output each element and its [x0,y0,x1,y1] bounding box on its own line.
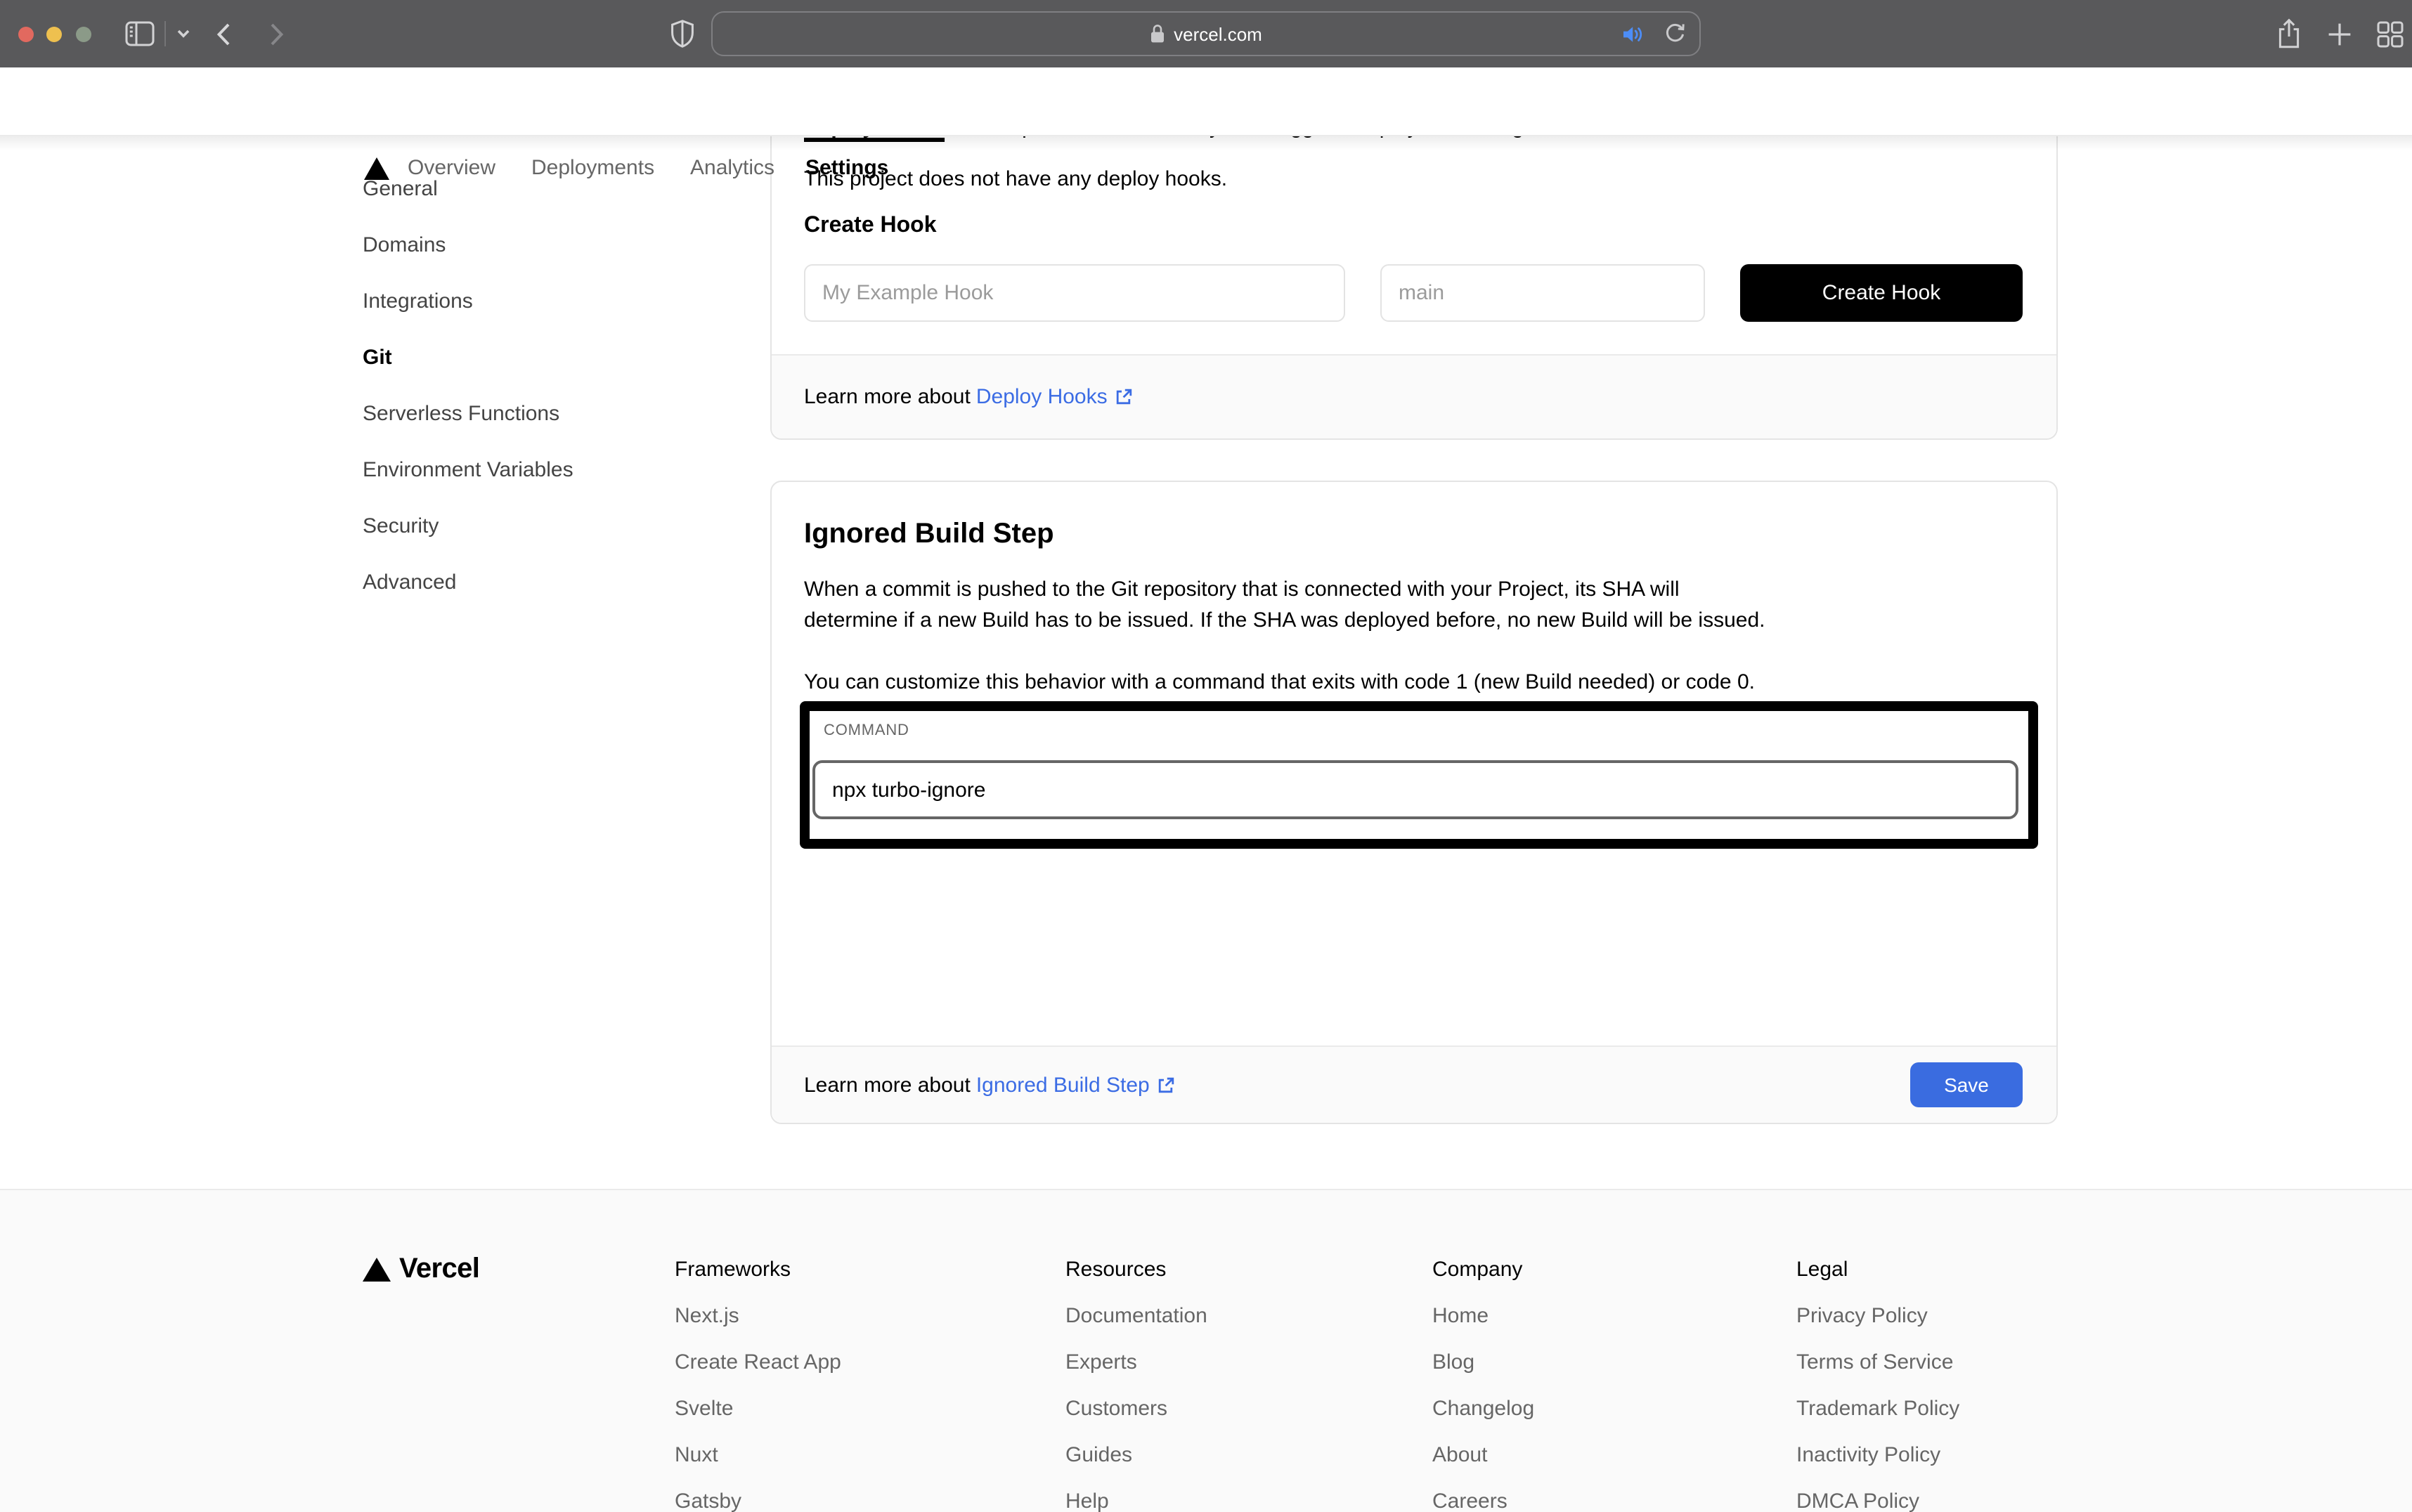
privacy-shield-icon[interactable] [669,0,694,67]
sidebar-item-advanced[interactable]: Advanced [363,569,573,597]
new-tab-icon[interactable] [2326,0,2352,67]
share-icon[interactable] [2274,0,2302,67]
footer-link[interactable]: Help [1065,1488,1207,1512]
ignored-build-step-link[interactable]: Ignored Build Step [976,1073,1175,1097]
project-nav: Overview Deployments Analytics Settings [0,67,2412,180]
command-highlight-box: COMMAND [800,701,2038,849]
footer-brand[interactable]: Vercel [363,1253,480,1286]
footer-link[interactable]: Documentation [1065,1303,1207,1331]
zoom-window-button[interactable] [76,26,91,41]
back-button[interactable] [214,0,233,67]
sidebar-item-integrations[interactable]: Integrations [363,288,573,316]
minimize-window-button[interactable] [46,26,62,41]
tab-deployments[interactable]: Deployments [531,157,654,180]
browser-toolbar: vercel.com [0,0,2412,67]
ignored-build-step-heading: Ignored Build Step [804,519,1054,549]
save-button[interactable]: Save [1910,1062,2023,1107]
footer-link[interactable]: DMCA Policy [1796,1488,1959,1512]
settings-sidebar: General Domains Integrations Git Serverl… [363,176,573,625]
footer-link[interactable]: Blog [1432,1349,1534,1377]
sidebar-item-serverless-functions[interactable]: Serverless Functions [363,400,573,429]
sidebar-chevron-down-icon[interactable] [174,0,191,67]
footer-column-legal: Legal Privacy Policy Terms of Service Tr… [1796,1256,1959,1512]
footer-link[interactable]: Careers [1432,1488,1534,1512]
address-bar[interactable]: vercel.com [711,11,1701,56]
sidebar-item-general[interactable]: General [363,176,573,204]
tab-overview[interactable]: Overview [408,157,495,180]
close-window-button[interactable] [18,26,34,41]
tab-analytics[interactable]: Analytics [690,157,774,180]
footer-link[interactable]: Terms of Service [1796,1349,1959,1377]
ibs-description-line2: determine if a new Build has to be issue… [804,608,1765,632]
forward-button[interactable] [267,0,287,67]
footer-link[interactable]: Changelog [1432,1395,1534,1423]
ignored-build-step-card: Ignored Build Step When a commit is push… [770,481,2058,1124]
external-link-icon [1116,389,1132,405]
ignored-build-step-card-footer: Learn more about Ignored Build Step Save [772,1045,2056,1123]
footer-link[interactable]: Svelte [675,1395,841,1423]
footer-link[interactable]: Guides [1065,1442,1207,1470]
scroll-shadow [0,136,2412,150]
command-input[interactable] [812,760,2018,819]
ibs-description-line3: You can customize this behavior with a c… [804,670,1755,694]
footer-column-title: Legal [1796,1258,1848,1282]
create-hook-button[interactable]: Create Hook [1740,264,2023,322]
create-hook-heading: Create Hook [804,214,937,237]
sidebar-item-environment-variables[interactable]: Environment Variables [363,457,573,485]
footer-brand-name: Vercel [399,1253,480,1284]
safari-window: vercel.com Overview Deployments Analytic… [0,0,2412,1512]
reload-icon[interactable] [1664,13,1685,55]
deploy-hooks-card-footer: Learn more about Deploy Hooks [772,354,2056,438]
footer-column-title: Resources [1065,1258,1167,1282]
footer-link[interactable]: Customers [1065,1395,1207,1423]
footer-link[interactable]: Home [1432,1303,1534,1331]
footer-link[interactable]: About [1432,1442,1534,1470]
lock-icon [1151,25,1165,43]
hook-branch-input[interactable] [1380,264,1705,322]
hook-name-input[interactable] [804,264,1345,322]
footer-link[interactable]: Privacy Policy [1796,1303,1959,1331]
footer-column-resources: Resources Documentation Experts Customer… [1065,1256,1207,1512]
footer-link[interactable]: Next.js [675,1303,841,1331]
footer-column-title: Frameworks [675,1258,791,1282]
ibs-description-line1: When a commit is pushed to the Git repos… [804,578,1680,601]
sidebar-item-domains[interactable]: Domains [363,232,573,260]
footer-link[interactable]: Experts [1065,1349,1207,1377]
url-text: vercel.com [1174,23,1262,44]
vercel-logo-icon [363,1258,391,1282]
tab-overview-icon[interactable] [2375,0,2404,67]
site-footer: Vercel Frameworks Next.js Create React A… [0,1189,2412,1512]
footer-column-frameworks: Frameworks Next.js Create React App Svel… [675,1256,841,1512]
footer-link[interactable]: Trademark Policy [1796,1395,1959,1423]
vercel-logo-icon[interactable] [364,157,389,180]
footer-link[interactable]: Create React App [675,1349,841,1377]
audio-playing-icon[interactable] [1622,13,1646,55]
command-label: COMMAND [824,722,909,739]
footer-column-title: Company [1432,1258,1523,1282]
footer-link[interactable]: Inactivity Policy [1796,1442,1959,1470]
tab-settings[interactable]: Settings [805,157,888,180]
toolbar-divider [164,21,166,46]
footer-column-company: Company Home Blog Changelog About Career… [1432,1256,1534,1512]
sidebar-item-git[interactable]: Git [363,344,573,372]
sidebar-item-security[interactable]: Security [363,513,573,541]
sidebar-toggle-icon[interactable] [121,0,157,67]
deploy-hooks-link[interactable]: Deploy Hooks [976,385,1133,409]
footer-link[interactable]: Gatsby [675,1488,841,1512]
external-link-icon [1158,1076,1174,1093]
footer-link[interactable]: Nuxt [675,1442,841,1470]
